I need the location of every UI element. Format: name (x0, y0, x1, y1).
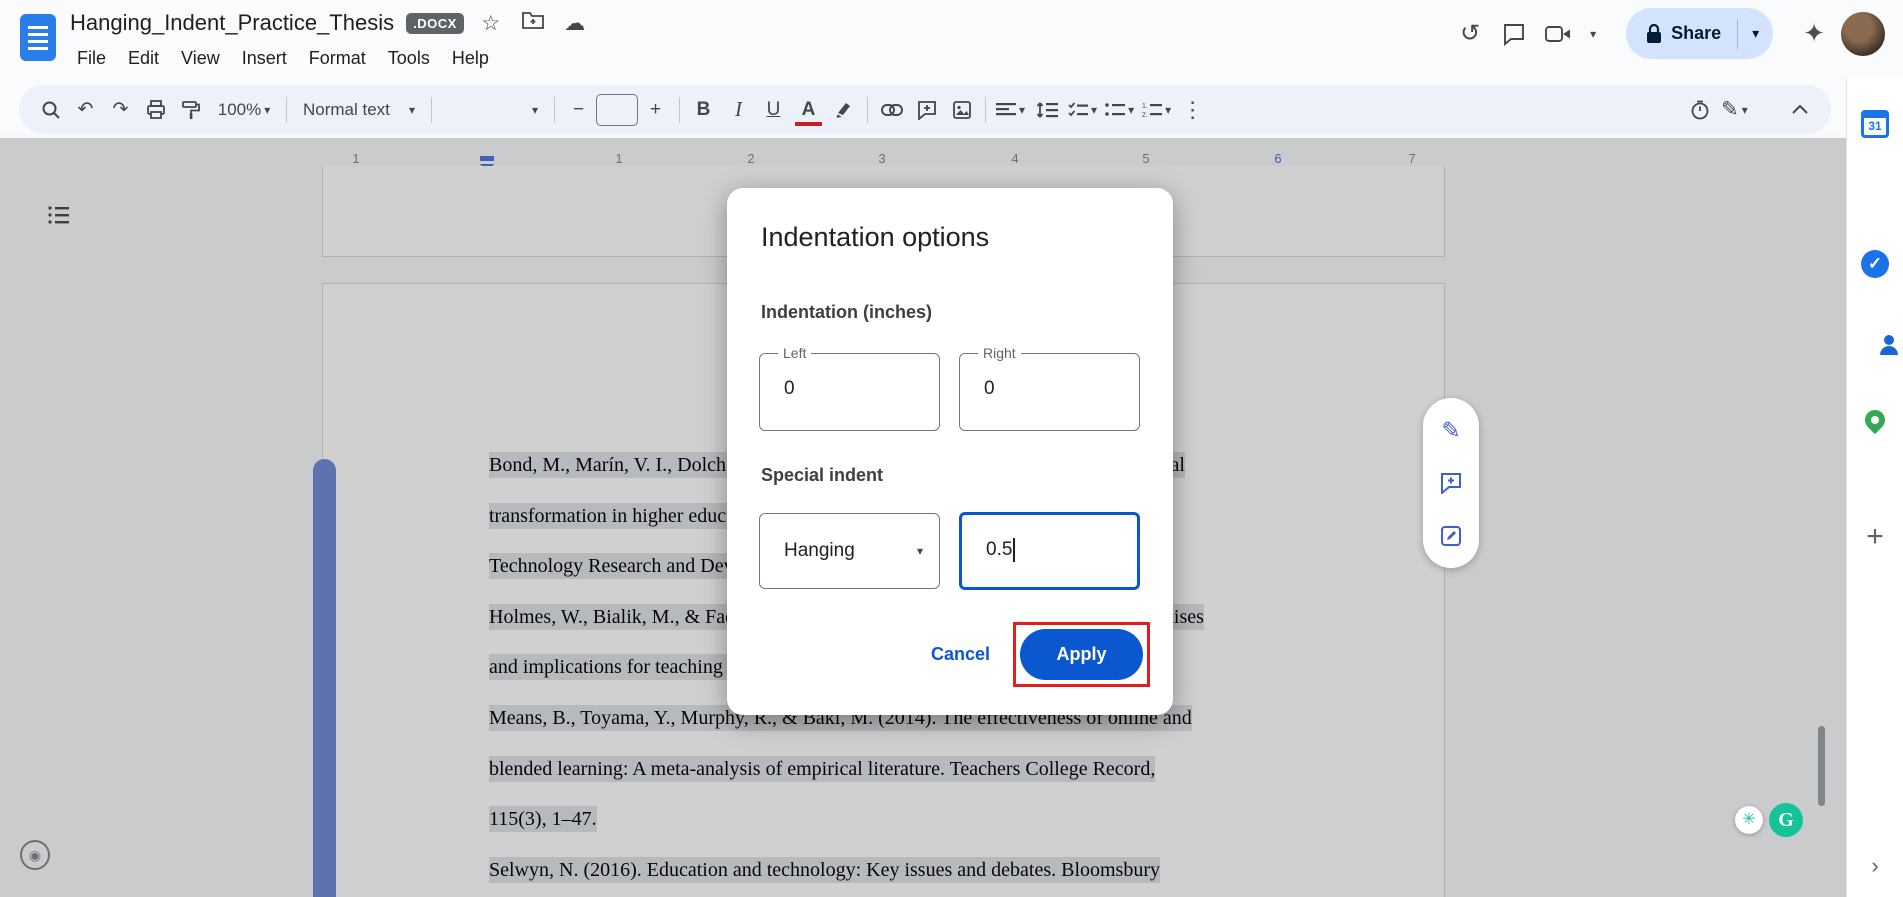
google-docs-app: 1 1 2 3 4 5 6 7 Bond, M., Marín, V. I., … (0, 0, 1903, 897)
comments-icon[interactable] (1492, 12, 1536, 56)
add-comment-icon[interactable] (909, 91, 944, 128)
maps-icon[interactable] (1860, 405, 1890, 435)
right-indent-value: 0 (984, 378, 995, 399)
apply-button[interactable]: Apply (1020, 629, 1143, 680)
divider (286, 96, 287, 123)
insert-link-icon[interactable] (874, 91, 909, 128)
share-dropdown-icon[interactable]: ▾ (1738, 25, 1773, 42)
redo-icon[interactable]: ↷ (103, 91, 138, 128)
menu-tools[interactable]: Tools (377, 44, 441, 73)
italic-button[interactable]: I (721, 91, 756, 128)
timer-icon[interactable] (1682, 91, 1717, 128)
share-button-group: Share ▾ (1626, 8, 1774, 59)
move-folder-icon[interactable] (518, 11, 548, 35)
star-icon[interactable]: ☆ (476, 11, 506, 36)
bulleted-list-icon[interactable]: ▾ (1101, 91, 1138, 128)
svg-text:2.: 2. (1142, 112, 1148, 118)
editing-mode-icon[interactable]: ✎ ▾ (1717, 91, 1752, 128)
grammarly-widgets: ✳ G (1735, 803, 1803, 837)
special-indent-dropdown[interactable]: Hanging ▾ (759, 513, 940, 589)
print-icon[interactable] (138, 91, 173, 128)
chevron-down-icon: ▾ (916, 544, 923, 558)
divider (867, 96, 868, 123)
docs-logo-icon[interactable] (20, 14, 56, 61)
quick-actions-panel: ✎ (1423, 398, 1479, 568)
undo-icon[interactable]: ↶ (68, 91, 103, 128)
gemini-sparkle-icon[interactable]: ✦ (1803, 18, 1825, 49)
tasks-icon[interactable]: ✓ (1861, 250, 1889, 278)
bold-button[interactable]: B (686, 91, 721, 128)
text-cursor (1013, 538, 1016, 562)
left-indent-value: 0 (784, 378, 795, 399)
menu-edit[interactable]: Edit (117, 44, 170, 73)
indentation-options-dialog: Indentation options Indentation (inches)… (727, 188, 1173, 715)
more-options-icon[interactable]: ⋮ (1175, 91, 1210, 128)
docx-badge: .DOCX (406, 12, 464, 34)
increase-font-size-button[interactable]: + (638, 91, 673, 128)
decrease-font-size-button[interactable]: − (561, 91, 596, 128)
menu-format[interactable]: Format (298, 44, 377, 73)
special-indent-value: 0.5 (986, 538, 1016, 562)
special-indent-type: Hanging (784, 540, 855, 561)
menu-file[interactable]: File (66, 44, 117, 73)
divider (431, 96, 432, 123)
header: Hanging_Indent_Practice_Thesis .DOCX ☆ ☁… (0, 0, 1903, 78)
cloud-status-icon[interactable]: ☁ (560, 11, 590, 36)
magic-rewrite-icon[interactable]: ✎ (1430, 409, 1472, 451)
divider (679, 96, 680, 123)
get-addons-icon[interactable]: + (1866, 520, 1884, 554)
insert-image-icon[interactable] (944, 91, 979, 128)
special-indent-section-label: Special indent (761, 465, 884, 485)
avatar[interactable] (1841, 11, 1885, 56)
right-indent-label: Right (978, 345, 1021, 361)
document-title[interactable]: Hanging_Indent_Practice_Thesis (70, 10, 394, 36)
font-family-select[interactable]: ▾ (438, 91, 548, 128)
font-size-input[interactable] (596, 93, 638, 126)
svg-text:1.: 1. (1142, 103, 1148, 110)
checklist-icon[interactable]: ▾ (1064, 91, 1101, 128)
add-comment-icon[interactable] (1430, 462, 1472, 504)
cancel-button[interactable]: Cancel (917, 636, 1004, 673)
dialog-title: Indentation options (761, 222, 990, 252)
underline-button[interactable]: U (756, 91, 791, 128)
suggest-edits-icon[interactable] (1430, 515, 1472, 557)
menu-insert[interactable]: Insert (231, 44, 298, 73)
highlight-color-button[interactable] (826, 91, 861, 128)
right-indent-field[interactable]: Right 0 (959, 345, 1140, 431)
paragraph-style-select[interactable]: Normal text ▾ (293, 91, 425, 128)
share-button[interactable]: Share (1626, 8, 1737, 59)
video-call-icon[interactable] (1536, 12, 1580, 56)
toolbar: ↶ ↷ 100% ▾ Normal text ▾ ▾ − + B I U A ▾… (19, 85, 1831, 134)
divider (985, 96, 986, 123)
tone-detector-icon[interactable]: ✳ (1735, 806, 1763, 834)
lock-icon (1647, 23, 1662, 43)
companion-side-panel: 31 ✓ + › (1846, 78, 1903, 897)
menu-bar: File Edit View Insert Format Tools Help (66, 44, 500, 73)
search-menus-icon[interactable] (33, 91, 68, 128)
paint-format-icon[interactable] (173, 91, 208, 128)
divider (554, 96, 555, 123)
calendar-icon[interactable]: 31 (1861, 110, 1889, 138)
menu-view[interactable]: View (170, 44, 231, 73)
zoom-select[interactable]: 100% ▾ (208, 91, 280, 128)
indentation-section-label: Indentation (inches) (761, 302, 932, 322)
text-color-button[interactable]: A (791, 91, 826, 128)
menu-help[interactable]: Help (441, 44, 500, 73)
left-indent-label: Left (778, 345, 812, 361)
line-spacing-icon[interactable] (1029, 91, 1064, 128)
collapse-toolbar-icon[interactable] (1782, 91, 1817, 128)
version-history-icon[interactable]: ↺ (1448, 12, 1492, 56)
video-call-dropdown-icon[interactable]: ▾ (1580, 12, 1606, 56)
hide-panel-icon[interactable]: › (1871, 853, 1878, 879)
numbered-list-icon[interactable]: 1. 2. ▾ (1138, 91, 1175, 128)
left-indent-field[interactable]: Left 0 (759, 345, 940, 431)
align-icon[interactable]: ▾ (992, 91, 1029, 128)
special-indent-value-field[interactable]: 0.5 (959, 512, 1140, 590)
grammarly-icon[interactable]: G (1769, 803, 1803, 837)
